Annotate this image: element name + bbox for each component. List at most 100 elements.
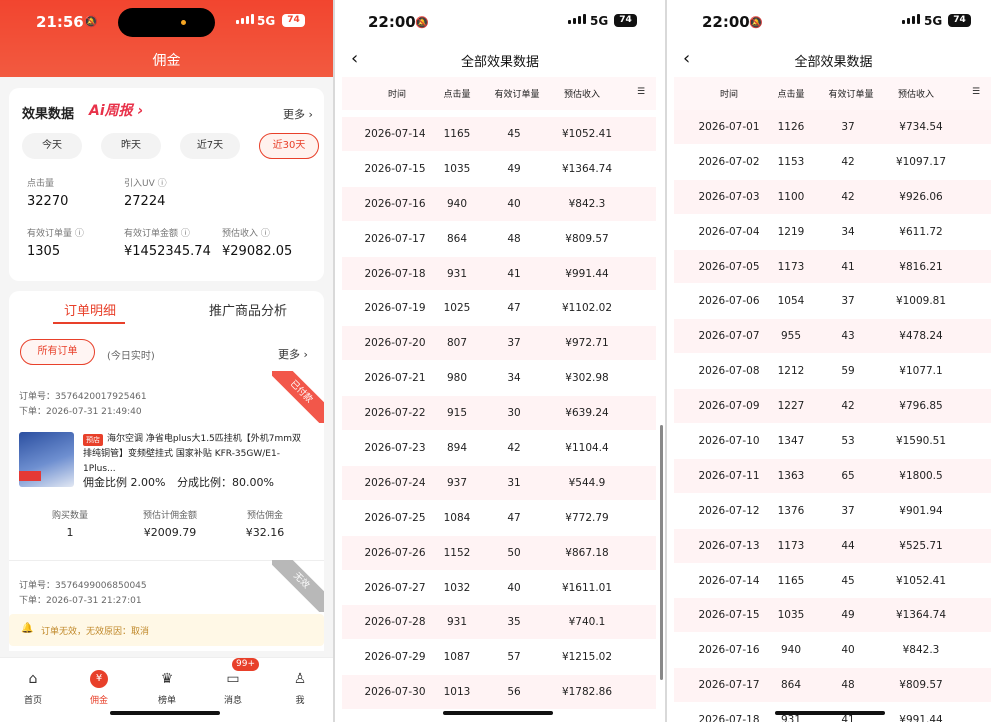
cell-date: 2026-07-16 (698, 644, 760, 657)
cell-clicks: 894 (446, 442, 468, 455)
cell-clicks: 1165 (443, 128, 471, 140)
cell-date: 2026-07-01 (698, 121, 760, 133)
cell-income: ¥734.54 (899, 121, 943, 133)
cell-income: ¥842.3 (902, 644, 940, 657)
cell-valid-orders: 44 (841, 539, 855, 552)
battery-icon: 74 (614, 14, 637, 27)
cell-income: ¥991.44 (899, 714, 943, 722)
table-row: 2026-07-29 1087 57 ¥1215.02 (342, 640, 656, 676)
nav-commission[interactable]: ¥ 佣金 (74, 670, 124, 706)
invalid-warning: 🔔 订单无效，无效原因：取消 (9, 614, 324, 646)
stat-clicks: 点击量 32270 (27, 179, 69, 209)
cell-clicks: 1219 (777, 225, 805, 238)
estimated-commission-value: ¥32.16 (245, 526, 285, 539)
product-title[interactable]: 海尔空调 净省电plus大1.5匹挂机【外机7mm双排纯铜管】变频壁挂式 国家补… (83, 432, 310, 477)
cell-income: ¥867.18 (565, 546, 609, 559)
period-tabs: 今天 昨天 近7天 近30天 (22, 133, 319, 159)
cell-date: 2026-07-18 (698, 714, 760, 722)
nav-ranking[interactable]: ♛ 榜单 (142, 670, 192, 706)
yen-icon: ¥ (90, 670, 108, 688)
tab-30days[interactable]: 近30天 (259, 133, 319, 159)
cell-date: 2026-07-26 (364, 546, 426, 559)
cell-date: 2026-07-03 (698, 190, 760, 203)
table-row: 2026-07-03 1100 42 ¥926.06 (674, 179, 991, 215)
data-table: 2026-07-14 1165 45 ¥1052.41 2026-07-15 1035 49… (342, 117, 656, 711)
network-label: 5G (924, 14, 943, 28)
cell-income: ¥1364.74 (561, 162, 613, 175)
table-row: 2026-07-05 1173 41 ¥816.21 (674, 249, 991, 285)
cell-valid-orders: 49 (507, 162, 521, 175)
cell-clicks: 940 (446, 197, 468, 210)
cell-date: 2026-07-22 (364, 407, 426, 420)
signal-icon (902, 14, 920, 24)
mute-icon: 🔕 (415, 16, 429, 29)
cell-valid-orders: 42 (841, 190, 855, 203)
tab-product-analysis[interactable]: 推广商品分析 (209, 300, 287, 319)
cell-clicks: 1152 (443, 546, 471, 559)
cell-income: ¥1097.17 (895, 155, 947, 168)
cell-date: 2026-07-09 (698, 400, 760, 413)
header-bar: 21:56 🔕 5G 74 佣金 (0, 0, 333, 77)
cell-clicks: 931 (780, 714, 802, 722)
cell-clicks: 1153 (777, 155, 805, 168)
cell-valid-orders: 37 (841, 121, 855, 133)
commission-base-value: ¥2009.79 (143, 526, 197, 539)
cell-clicks: 1173 (777, 260, 805, 273)
table-row: 2026-07-11 1363 65 ¥1800.5 (674, 458, 991, 494)
nav-home[interactable]: ⌂ 首页 (8, 670, 58, 706)
cell-valid-orders: 45 (841, 574, 855, 587)
signal-icon (568, 14, 586, 24)
order2-time: 下单：2026-07-31 21:27:01 (19, 596, 142, 606)
table-row: 2026-07-07 955 43 ¥478.24 (674, 319, 991, 355)
ai-weekly-link[interactable]: Ai周报 › (89, 100, 143, 120)
cell-date: 2026-07-17 (364, 232, 426, 245)
cell-income: ¥1104.4 (565, 442, 609, 455)
cell-date: 2026-07-10 (698, 435, 760, 448)
tab-today[interactable]: 今天 (22, 133, 82, 159)
filter-more-link[interactable]: 更多 › (278, 346, 308, 362)
page-title: 佣金 (152, 53, 181, 69)
cell-clicks: 980 (446, 372, 468, 385)
cell-clicks: 955 (780, 330, 802, 343)
home-indicator (775, 711, 885, 715)
menu-icon[interactable]: ☰ (637, 87, 645, 97)
effect-data-card: 效果数据 Ai周报 › 更多 › 今天 昨天 近7天 近30天 点击量 32270… (9, 88, 324, 281)
cell-valid-orders: 31 (507, 476, 521, 489)
share-rate: 分成比例：80.00% (177, 476, 274, 489)
cell-clicks: 1165 (777, 574, 805, 587)
cell-date: 2026-07-08 (698, 365, 760, 378)
table-row: 2026-07-10 1347 53 ¥1590.51 (674, 424, 991, 459)
product-thumbnail[interactable] (19, 432, 74, 487)
table-row: 2026-07-13 1173 44 ¥525.71 (674, 528, 991, 564)
cell-date: 2026-07-14 (698, 574, 760, 587)
tab-yesterday[interactable]: 昨天 (101, 133, 161, 159)
cell-valid-orders: 42 (507, 442, 521, 455)
table-row: 2026-07-02 1153 42 ¥1097.17 (674, 144, 991, 180)
cell-date: 2026-07-18 (364, 267, 426, 280)
cell-date: 2026-07-25 (364, 511, 426, 524)
realtime-label: (今日实时) (107, 351, 155, 362)
cell-clicks: 1035 (443, 162, 471, 175)
scrollbar[interactable] (660, 425, 663, 680)
cell-clicks: 1013 (443, 686, 471, 699)
menu-icon[interactable]: ☰ (972, 87, 980, 97)
cell-clicks: 931 (446, 267, 468, 280)
nav-me[interactable]: ♙ 我 (275, 670, 325, 706)
col-clicks: 点击量 (777, 90, 805, 100)
table-row: 2026-07-04 1219 34 ¥611.72 (674, 214, 991, 250)
col-quantity-label: 购买数量 (51, 511, 88, 521)
status-bar: 21:56 🔕 5G 74 (0, 0, 333, 44)
effect-heading: 效果数据 (22, 107, 75, 122)
tab-7days[interactable]: 近7天 (180, 133, 240, 159)
all-orders-filter[interactable]: 所有订单 (20, 339, 95, 365)
network-label: 5G (257, 14, 276, 28)
tab-order-detail[interactable]: 订单明细 (64, 300, 116, 319)
cell-date: 2026-07-16 (364, 197, 426, 210)
nav-messages[interactable]: ▭ 消息 (208, 670, 258, 706)
table-row: 2026-07-09 1227 42 ¥796.85 (674, 389, 991, 425)
stat-order-amount: 有效订单金额 ⓘ ¥1452345.74 (124, 229, 211, 259)
cell-income: ¥1052.41 (561, 128, 613, 140)
table-row: 2026-07-01 1126 37 ¥734.54 (674, 110, 991, 145)
more-link[interactable]: 更多 › (283, 106, 313, 122)
cell-clicks: 864 (446, 232, 468, 245)
